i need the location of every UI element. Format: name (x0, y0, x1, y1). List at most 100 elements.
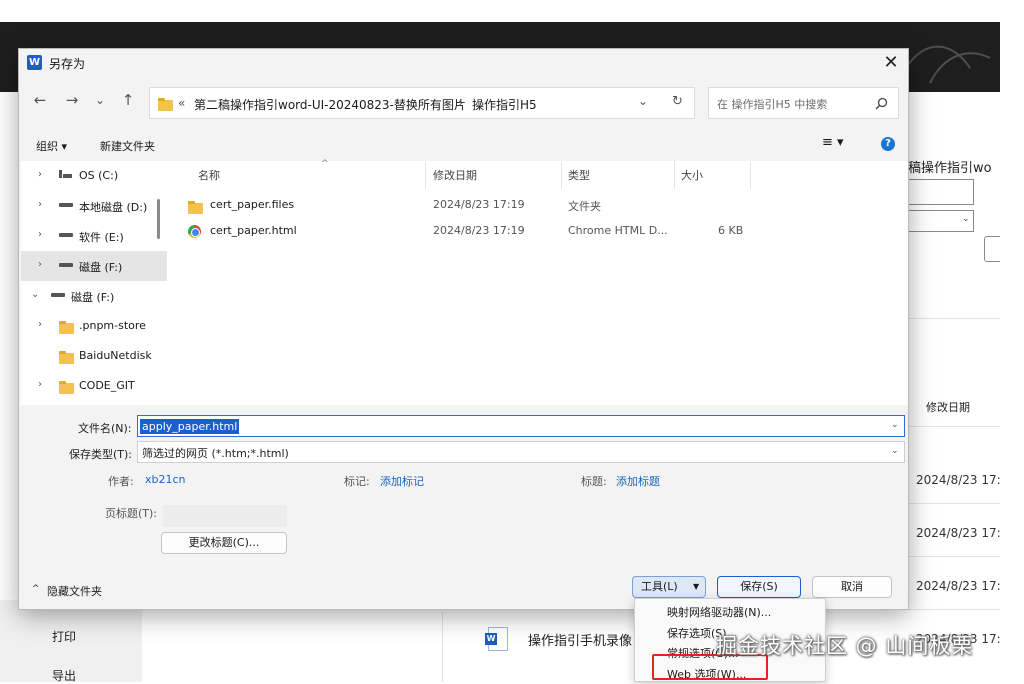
organize-menu[interactable]: 组织 ▾ (36, 138, 67, 154)
folder-icon (188, 200, 203, 214)
add-tags-link[interactable]: 添加标记 (380, 473, 424, 489)
search-placeholder: 在 操作指引H5 中搜索 (717, 98, 828, 111)
file-list: ^ 名称 修改日期 类型 大小 cert_paper.files 2024/8/… (167, 159, 908, 405)
background-doc-name[interactable]: 操作指引手机录像 (528, 630, 632, 649)
tree-item-c-drive[interactable]: › OS (C:) (21, 161, 167, 191)
column-divider[interactable] (750, 161, 751, 189)
tree-item-d-drive[interactable]: › 本地磁盘 (D:) (21, 191, 167, 221)
up-button[interactable]: ↑ (119, 91, 137, 109)
address-bar[interactable]: « 第二稿操作指引word-UI-20240823-替换所有图片 › 操作指引H… (149, 87, 695, 119)
drive-icon (51, 293, 65, 297)
column-header-type[interactable]: 类型 (568, 167, 590, 183)
filename-label: 文件名(N): (78, 422, 132, 435)
close-button[interactable]: ✕ (877, 51, 905, 75)
filename-value: apply_paper.html (140, 419, 240, 434)
windows-drive-icon (59, 170, 72, 179)
chevron-down-icon[interactable]: ⌄ (31, 289, 39, 300)
dialog-title: 另存为 (49, 57, 86, 71)
background-save-button[interactable] (984, 236, 1000, 262)
add-title-link[interactable]: 添加标题 (616, 473, 660, 489)
chevron-down-icon[interactable]: ⌄ (891, 420, 899, 430)
recent-locations-button[interactable]: ⌄ (91, 93, 109, 107)
tree-item-label: CODE_GIT (79, 379, 135, 392)
navigation-tree: › OS (C:) › 本地磁盘 (D:) › 软件 (E:) › 磁盘 (F:… (21, 161, 167, 405)
filename-input[interactable]: apply_paper.html ⌄ (137, 415, 905, 437)
new-folder-button[interactable]: 新建文件夹 (100, 138, 155, 154)
tree-item-f-drive-selected[interactable]: › 磁盘 (F:) (21, 251, 167, 281)
chevron-right-icon[interactable]: › (38, 379, 42, 390)
help-icon[interactable]: ? (881, 137, 895, 151)
caret-down-icon: ▼ (693, 582, 700, 591)
tags-label: 标记: (344, 475, 370, 488)
view-options-icon[interactable]: ≡ ▾ (822, 135, 844, 150)
chevron-right-icon[interactable]: › (38, 169, 42, 180)
tree-item-f-drive-expanded[interactable]: ⌄ 磁盘 (F:) (21, 281, 167, 311)
hide-folders-toggle[interactable]: 隐藏文件夹 (47, 583, 102, 599)
file-size: 6 KB (718, 224, 744, 237)
tools-menu-button[interactable]: 工具(L) ▼ (632, 576, 706, 598)
folder-icon (59, 380, 74, 394)
chevron-right-icon[interactable]: › (38, 319, 42, 330)
tree-item-baidunetdisk[interactable]: BaiduNetdisk (21, 341, 167, 371)
divider (908, 503, 1000, 504)
tree-item-label: .pnpm-store (79, 319, 146, 332)
background-doc-title: 稿操作指引wo (908, 161, 992, 176)
column-header-modified[interactable]: 修改日期 (433, 167, 477, 183)
search-box[interactable]: 在 操作指引H5 中搜索 (708, 87, 899, 119)
file-row[interactable]: cert_paper.html 2024/8/23 17:19 Chrome H… (179, 221, 779, 243)
drive-icon (59, 203, 73, 207)
author-value[interactable]: xb21cn (145, 473, 186, 486)
refresh-icon[interactable]: ↻ (672, 94, 683, 109)
file-row[interactable]: cert_paper.files 2024/8/23 17:19 文件夹 (179, 195, 779, 217)
column-header-size[interactable]: 大小 (681, 167, 703, 183)
chevron-down-icon[interactable]: ⌄ (638, 94, 648, 108)
background-right-edge (1000, 22, 1024, 682)
file-name: cert_paper.html (210, 224, 297, 237)
change-title-button[interactable]: 更改标题(C)... (161, 532, 287, 554)
tree-item-label: 磁盘 (F:) (71, 291, 115, 304)
chevron-down-icon[interactable]: ⌄ (891, 446, 899, 456)
breadcrumb-folder[interactable]: 第二稿操作指引word-UI-20240823-替换所有图片 (194, 96, 466, 113)
background-column-modified: 修改日期 (926, 401, 970, 414)
chevron-right-icon[interactable]: › (38, 259, 42, 270)
tree-item-label: BaiduNetdisk (79, 349, 152, 362)
menu-item-map-network-drive[interactable]: 映射网络驱动器(N)... (667, 604, 771, 620)
divider (908, 426, 1000, 427)
filetype-label: 保存类型(T): (69, 448, 133, 461)
sort-ascending-icon: ^ (321, 159, 329, 169)
nav-print[interactable]: 打印 (52, 628, 76, 645)
drive-icon (59, 233, 73, 237)
column-divider[interactable] (561, 161, 562, 189)
breadcrumb-overflow[interactable]: « (178, 96, 185, 110)
chevron-right-icon[interactable]: › (38, 199, 42, 210)
background-filename-input[interactable] (908, 179, 974, 205)
tree-scrollbar[interactable] (157, 199, 160, 239)
column-divider[interactable] (425, 161, 426, 189)
tree-item-pnpm-store[interactable]: › .pnpm-store (21, 311, 167, 341)
word-doc-icon: W (485, 627, 508, 651)
back-button[interactable]: ← (31, 91, 49, 109)
tree-item-label: OS (C:) (79, 169, 119, 182)
filetype-value: 筛选过的网页 (*.htm;*.html) (142, 447, 289, 460)
divider (442, 612, 443, 682)
cancel-button[interactable]: 取消 (812, 576, 892, 598)
save-button[interactable]: 保存(S) (717, 576, 801, 598)
page-title-value (163, 505, 287, 527)
drive-icon (59, 263, 73, 267)
chevron-right-icon[interactable]: › (38, 229, 42, 240)
nav-export[interactable]: 导出 (52, 667, 76, 684)
search-icon (875, 97, 888, 110)
file-type: Chrome HTML D... (568, 224, 668, 237)
forward-button[interactable]: → (63, 91, 81, 109)
chevron-up-icon[interactable]: ^ (32, 584, 40, 594)
save-form: 文件名(N): apply_paper.html ⌄ 保存类型(T): 筛选过的… (19, 405, 908, 609)
filetype-select[interactable]: 筛选过的网页 (*.htm;*.html) ⌄ (137, 441, 905, 463)
column-divider[interactable] (674, 161, 675, 189)
folder-icon (158, 97, 173, 111)
breadcrumb-current-folder[interactable]: 操作指引H5 (472, 96, 537, 113)
chrome-icon (188, 225, 201, 238)
column-header-name[interactable]: 名称 (198, 167, 220, 183)
file-modified: 2024/8/23 17:19 (433, 224, 525, 237)
tree-item-e-drive[interactable]: › 软件 (E:) (21, 221, 167, 251)
tree-item-code-git[interactable]: › CODE_GIT (21, 371, 167, 401)
